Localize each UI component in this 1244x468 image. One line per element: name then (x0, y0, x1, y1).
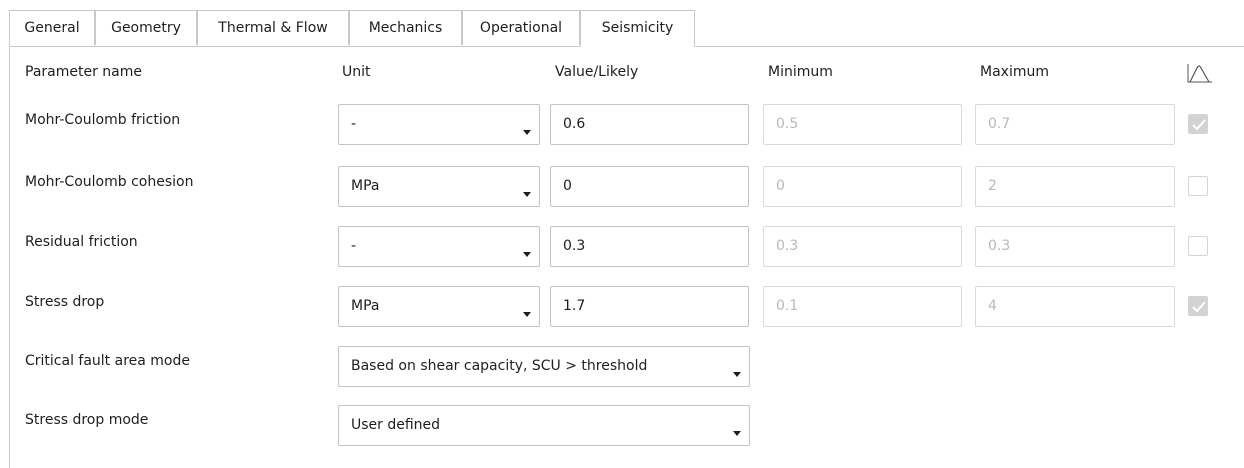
checkmark-icon (1192, 119, 1206, 131)
field-value: 4 (988, 298, 997, 314)
distribution-checkbox-mohr-coulomb-friction[interactable] (1188, 114, 1208, 134)
chevron-down-icon (523, 252, 531, 257)
distribution-checkbox-residual-friction[interactable] (1188, 236, 1208, 256)
param-label-mohr-coulomb-cohesion: Mohr-Coulomb cohesion (25, 174, 194, 190)
param-label-mohr-coulomb-friction: Mohr-Coulomb friction (25, 112, 181, 128)
unit-select-value: MPa (351, 298, 380, 314)
unit-select-value: - (351, 116, 357, 132)
field-value: 0.6 (563, 116, 586, 132)
panel-border (9, 46, 10, 468)
minimum-input-mohr-coulomb-friction: 0.5 (763, 104, 962, 145)
value-input-stress-drop[interactable]: 1.7 (550, 286, 749, 327)
distribution-checkbox-mohr-coulomb-cohesion[interactable] (1188, 176, 1208, 196)
minimum-input-stress-drop: 0.1 (763, 286, 962, 327)
chevron-down-icon (523, 130, 531, 135)
field-value: 0.3 (988, 238, 1011, 254)
header-minimum: Minimum (768, 64, 833, 80)
field-value: 0.1 (776, 298, 799, 314)
stress-drop-mode-select[interactable]: User defined (338, 405, 750, 446)
chevron-down-icon (523, 312, 531, 317)
header-parameter-name: Parameter name (25, 64, 142, 80)
chevron-down-icon (733, 372, 741, 377)
field-value: 0 (776, 178, 785, 194)
distribution-curve-icon (1187, 64, 1212, 83)
param-label-stress-drop: Stress drop (25, 294, 105, 310)
distribution-checkbox-stress-drop[interactable] (1188, 296, 1208, 316)
tab-general[interactable]: General (9, 10, 95, 45)
param-label-residual-friction: Residual friction (25, 234, 138, 250)
value-input-mohr-coulomb-friction[interactable]: 0.6 (550, 104, 749, 145)
header-maximum: Maximum (980, 64, 1049, 80)
minimum-input-mohr-coulomb-cohesion: 0 (763, 166, 962, 207)
unit-select-value: MPa (351, 178, 380, 194)
tab-thermal-flow[interactable]: Thermal & Flow (197, 10, 349, 45)
select-value: Based on shear capacity, SCU > threshold (351, 358, 648, 374)
value-input-residual-friction[interactable]: 0.3 (550, 226, 749, 267)
field-value: 0 (563, 178, 572, 194)
field-value: 1.7 (563, 298, 586, 314)
chevron-down-icon (733, 431, 741, 436)
seismicity-panel: General Geometry Thermal & Flow Mechanic… (0, 0, 1244, 468)
maximum-input-stress-drop: 4 (975, 286, 1175, 327)
unit-select-stress-drop[interactable]: MPa (338, 286, 540, 327)
critical-fault-area-mode-select[interactable]: Based on shear capacity, SCU > threshold (338, 346, 750, 387)
tab-bar: General Geometry Thermal & Flow Mechanic… (9, 10, 1244, 47)
maximum-input-mohr-coulomb-friction: 0.7 (975, 104, 1175, 145)
tab-mechanics[interactable]: Mechanics (349, 10, 462, 45)
label-critical-fault-area-mode: Critical fault area mode (25, 353, 190, 369)
field-value: 2 (988, 178, 997, 194)
chevron-down-icon (523, 192, 531, 197)
header-unit: Unit (342, 64, 371, 80)
field-value: 0.3 (563, 238, 586, 254)
select-value: User defined (351, 417, 441, 433)
checkmark-icon (1192, 301, 1206, 313)
unit-select-residual-friction[interactable]: - (338, 226, 540, 267)
tab-seismicity[interactable]: Seismicity (580, 10, 695, 47)
maximum-input-mohr-coulomb-cohesion: 2 (975, 166, 1175, 207)
tab-operational[interactable]: Operational (462, 10, 580, 45)
label-stress-drop-mode: Stress drop mode (25, 412, 149, 428)
field-value: 0.7 (988, 116, 1011, 132)
value-input-mohr-coulomb-cohesion[interactable]: 0 (550, 166, 749, 207)
unit-select-mohr-coulomb-cohesion[interactable]: MPa (338, 166, 540, 207)
field-value: 0.3 (776, 238, 799, 254)
tab-geometry[interactable]: Geometry (95, 10, 197, 45)
header-value: Value/Likely (555, 64, 639, 80)
field-value: 0.5 (776, 116, 799, 132)
minimum-input-residual-friction: 0.3 (763, 226, 962, 267)
unit-select-value: - (351, 238, 357, 254)
unit-select-mohr-coulomb-friction[interactable]: - (338, 104, 540, 145)
maximum-input-residual-friction: 0.3 (975, 226, 1175, 267)
